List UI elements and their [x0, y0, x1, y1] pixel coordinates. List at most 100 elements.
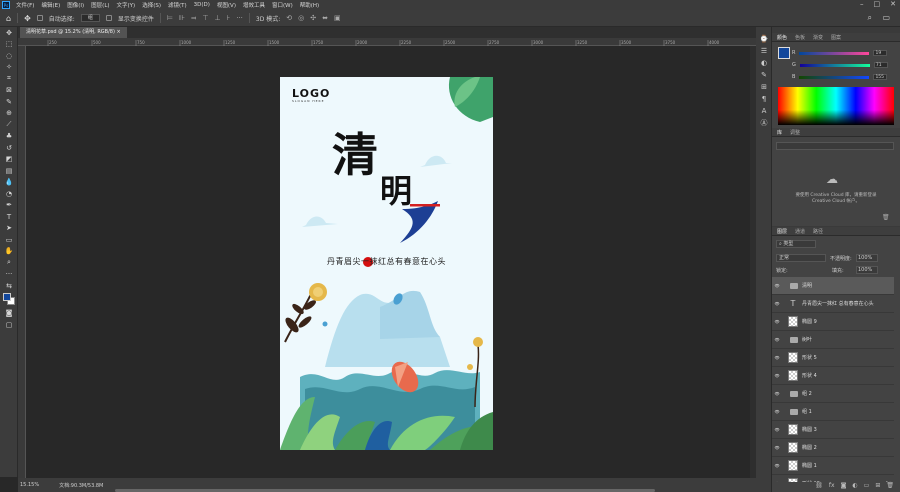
- blur-tool-icon[interactable]: 💧: [0, 177, 18, 189]
- brush-tool-icon[interactable]: ⟋: [0, 119, 18, 131]
- layer-row[interactable]: 👁 椭圆 2: [772, 439, 894, 457]
- layer-row[interactable]: 👁 T 丹青眉尖一抹红 总有春意在心头: [772, 295, 894, 313]
- color-spectrum[interactable]: [778, 87, 894, 125]
- fx-icon[interactable]: fx: [829, 482, 835, 492]
- tab-adjustments[interactable]: 调整: [790, 129, 800, 136]
- character-icon[interactable]: A: [756, 105, 772, 117]
- gradient-tool-icon[interactable]: ▤: [0, 165, 18, 177]
- blend-mode-dropdown[interactable]: 正常: [776, 254, 826, 262]
- move-tool-icon[interactable]: ✥: [24, 14, 31, 23]
- adjustments-icon[interactable]: ◐: [756, 57, 772, 69]
- align-center-icon[interactable]: ⊪: [179, 14, 185, 22]
- 3d-slide-icon[interactable]: ⬌: [322, 14, 328, 22]
- marquee-tool-icon[interactable]: ⬚: [0, 39, 18, 51]
- history-icon[interactable]: ⌚: [756, 33, 772, 45]
- close-icon[interactable]: ✕: [890, 0, 896, 8]
- library-search-input[interactable]: [776, 142, 894, 150]
- visibility-eye-icon[interactable]: 👁: [772, 283, 782, 288]
- clone-source-icon[interactable]: ⊞: [756, 81, 772, 93]
- pen-tool-icon[interactable]: ✒: [0, 200, 18, 212]
- minimize-icon[interactable]: –: [860, 0, 864, 8]
- search-icon[interactable]: ⌕: [868, 13, 872, 23]
- auto-select-checkbox[interactable]: [36, 15, 43, 21]
- magic-wand-icon[interactable]: ✧: [0, 62, 18, 74]
- menu-3d[interactable]: 3D(D): [194, 2, 210, 8]
- more-tools-icon[interactable]: ···: [0, 269, 18, 281]
- layer-row[interactable]: 👁 椭圆 3: [772, 421, 894, 439]
- visibility-eye-icon[interactable]: 👁: [772, 301, 782, 306]
- 3d-scale-icon[interactable]: ▣: [334, 14, 341, 22]
- align-right-icon[interactable]: ⫤: [191, 14, 196, 23]
- screen-mode-icon[interactable]: ▢: [0, 319, 18, 331]
- quick-mask-icon[interactable]: ◙: [0, 308, 18, 320]
- type-tool-icon[interactable]: T: [0, 211, 18, 223]
- layer-row[interactable]: 👁形状 19fx: [772, 475, 894, 482]
- foreground-color-swatch[interactable]: [3, 292, 11, 301]
- delete-layer-icon[interactable]: 🗑: [886, 482, 894, 492]
- more-options-icon[interactable]: ···: [236, 14, 243, 22]
- menu-filter[interactable]: 滤镜(T): [168, 1, 187, 9]
- 3d-drag-icon[interactable]: ✣: [310, 14, 316, 22]
- shape-tool-icon[interactable]: ▭: [0, 234, 18, 246]
- tab-layers[interactable]: 图层: [777, 228, 787, 235]
- menu-image[interactable]: 图像(I): [67, 1, 84, 9]
- tab-channels[interactable]: 通道: [795, 228, 805, 235]
- mask-icon[interactable]: ◙: [841, 482, 847, 492]
- transform-controls-checkbox[interactable]: [105, 15, 112, 21]
- layer-row[interactable]: 👁 形状 4: [772, 367, 894, 385]
- workspace-icon[interactable]: ▭: [882, 13, 890, 22]
- menu-layer[interactable]: 图层(L): [91, 1, 109, 9]
- path-selection-icon[interactable]: ➤: [0, 223, 18, 235]
- align-left-icon[interactable]: ⊨: [167, 14, 173, 22]
- photoshop-logo-icon[interactable]: Ps: [2, 1, 10, 9]
- menu-select[interactable]: 选择(S): [142, 1, 161, 9]
- red-slider[interactable]: [799, 51, 870, 55]
- move-tool-icon[interactable]: ✥: [0, 27, 18, 39]
- green-slider[interactable]: [799, 63, 870, 67]
- tab-swatches[interactable]: 色板: [795, 34, 805, 41]
- tab-patterns[interactable]: 图案: [831, 34, 841, 41]
- close-tab-icon[interactable]: ×: [117, 29, 121, 35]
- visibility-eye-icon[interactable]: 👁: [772, 463, 782, 468]
- visibility-eye-icon[interactable]: 👁: [772, 409, 782, 414]
- visibility-eye-icon[interactable]: 👁: [772, 337, 782, 342]
- opacity-field[interactable]: 100%: [856, 254, 878, 262]
- layer-filter-dropdown[interactable]: ⌕ 类型: [776, 240, 816, 248]
- 3d-roll-icon[interactable]: ◎: [298, 14, 304, 22]
- tab-gradients[interactable]: 渐变: [813, 34, 823, 41]
- 3d-rotate-icon[interactable]: ⟲: [286, 14, 292, 22]
- layer-row[interactable]: 👁 组 1: [772, 403, 894, 421]
- menu-help[interactable]: 帮助(H): [300, 1, 319, 9]
- delete-icon[interactable]: 🗑: [882, 214, 890, 221]
- layer-row[interactable]: 👁 清明: [772, 277, 894, 295]
- align-middle-icon[interactable]: ⊥: [214, 14, 220, 22]
- visibility-eye-icon[interactable]: 👁: [772, 445, 782, 450]
- menu-window[interactable]: 窗口(W): [272, 1, 293, 9]
- document-size[interactable]: 文档:90.3M/53.8M: [59, 482, 103, 489]
- visibility-eye-icon[interactable]: 👁: [772, 355, 782, 360]
- foreground-color-swatch[interactable]: [778, 47, 790, 59]
- document-tab[interactable]: 清明花草.psd @ 15.2% (清明, RGB/8) ×: [20, 27, 127, 38]
- brush-settings-icon[interactable]: ✎: [756, 69, 772, 81]
- menu-file[interactable]: 文件(F): [16, 1, 34, 9]
- zoom-tool-icon[interactable]: ⌕: [0, 257, 18, 269]
- layer-row[interactable]: 👁 树叶: [772, 331, 894, 349]
- paragraph-icon[interactable]: ¶: [756, 93, 772, 105]
- visibility-eye-icon[interactable]: 👁: [772, 319, 782, 324]
- align-top-icon[interactable]: ⊤: [202, 14, 208, 22]
- menu-plugins[interactable]: 增效工具: [243, 1, 265, 9]
- dodge-tool-icon[interactable]: ◔: [0, 188, 18, 200]
- blue-slider[interactable]: [799, 75, 870, 79]
- clone-stamp-icon[interactable]: ♣: [0, 131, 18, 143]
- green-value-field[interactable]: 71: [873, 62, 888, 68]
- glyphs-icon[interactable]: Ⓐ: [756, 117, 772, 129]
- zoom-level[interactable]: 15.15%: [20, 482, 39, 488]
- swap-colors-icon[interactable]: ⇆: [0, 280, 18, 292]
- tab-paths[interactable]: 路径: [813, 228, 823, 235]
- menu-type[interactable]: 文字(Y): [117, 1, 136, 9]
- menu-edit[interactable]: 编辑(E): [41, 1, 60, 9]
- fill-field[interactable]: 100%: [856, 266, 878, 274]
- visibility-eye-icon[interactable]: 👁: [772, 373, 782, 378]
- visibility-eye-icon[interactable]: 👁: [772, 427, 782, 432]
- history-brush-icon[interactable]: ↺: [0, 142, 18, 154]
